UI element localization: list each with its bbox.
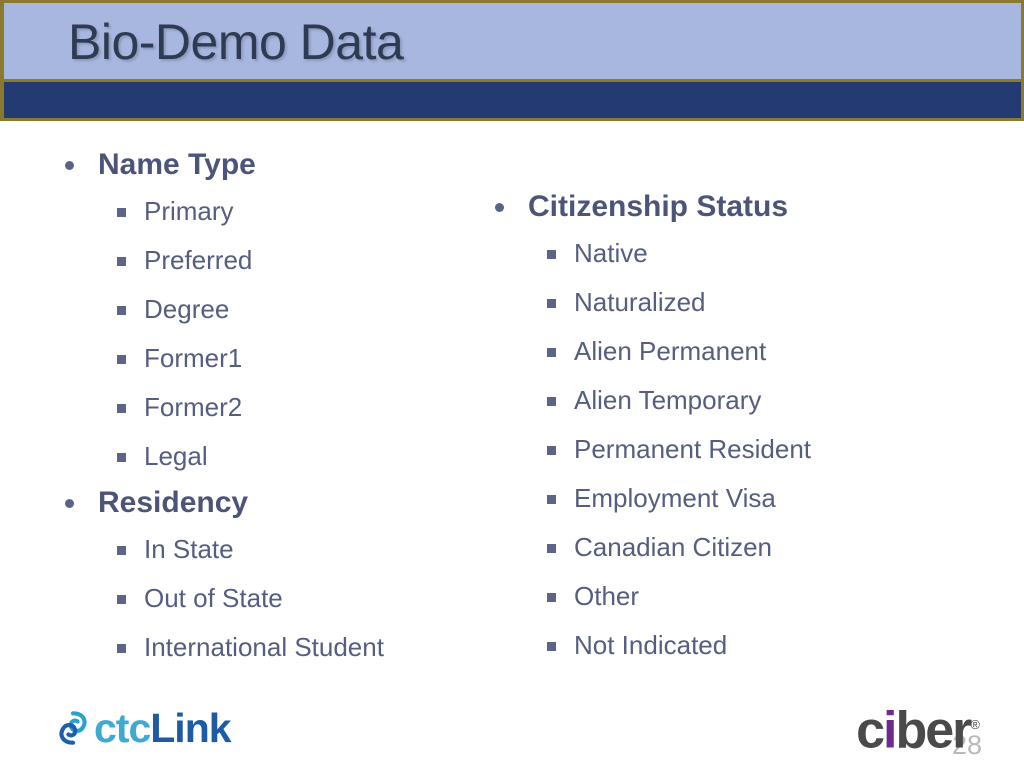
square-bullet-icon <box>547 544 556 553</box>
ciber-wordmark: ciber® <box>856 698 980 757</box>
registered-trademark-icon: ® <box>970 717 980 732</box>
list-item: Preferred <box>56 236 486 285</box>
list-item-label: International Student <box>144 632 384 662</box>
right-content-column: Citizenship Status Native Naturalized Al… <box>484 185 984 670</box>
round-bullet-icon <box>65 161 74 170</box>
square-bullet-icon <box>547 299 556 308</box>
list-item-label: Former2 <box>144 392 243 422</box>
list-item-label: Out of State <box>144 583 283 613</box>
list-item-label: Not Indicated <box>574 630 728 660</box>
ctclink-swirl-icon <box>52 707 94 749</box>
ctclink-word-link: Link <box>150 705 231 751</box>
ciber-logo: ciber® <box>856 698 980 757</box>
square-bullet-icon <box>117 306 126 315</box>
list-item: In State <box>56 525 486 574</box>
list-item: Not Indicated <box>484 621 984 670</box>
square-bullet-icon <box>117 546 126 555</box>
square-bullet-icon <box>117 644 126 653</box>
list-item-label: Legal <box>144 441 208 471</box>
square-bullet-icon <box>117 595 126 604</box>
left-content-column: Name Type Primary Preferred Degree Forme… <box>56 143 486 672</box>
list-item: Canadian Citizen <box>484 523 984 572</box>
ctclink-logo: ctcLink <box>50 702 232 754</box>
heading-citizenship-status: Citizenship Status <box>484 185 984 229</box>
group-citizenship-status: Citizenship Status Native Naturalized Al… <box>484 185 984 670</box>
ciber-letters-ber: ber <box>895 701 972 760</box>
group-name-type: Name Type Primary Preferred Degree Forme… <box>56 143 486 481</box>
heading-label: Citizenship Status <box>528 190 789 223</box>
square-bullet-icon <box>547 642 556 651</box>
square-bullet-icon <box>117 257 126 266</box>
list-item: Former2 <box>56 383 486 432</box>
list-item-label: Permanent Resident <box>574 434 812 464</box>
list-item-label: Primary <box>144 196 234 226</box>
ciber-letter-c: c <box>856 701 885 760</box>
square-bullet-icon <box>547 397 556 406</box>
list-item: Alien Permanent <box>484 327 984 376</box>
ctclink-word-ctc: ctc <box>94 705 151 751</box>
list-item: Out of State <box>56 574 486 623</box>
header-accent-bar <box>4 82 1021 118</box>
list-item-label: Degree <box>144 294 230 324</box>
list-item: Native <box>484 229 984 278</box>
page-title: Bio-Demo Data <box>68 14 404 70</box>
round-bullet-icon <box>495 203 504 212</box>
list-item: Legal <box>56 432 486 481</box>
list-item-label: Other <box>574 581 640 611</box>
list-item-label: Native <box>574 238 648 268</box>
slide-body: Name Type Primary Preferred Degree Forme… <box>0 121 1024 768</box>
heading-label: Residency <box>98 486 249 519</box>
ciber-letter-i: i <box>883 701 898 760</box>
list-item-label: Alien Permanent <box>574 336 767 366</box>
square-bullet-icon <box>547 593 556 602</box>
heading-residency: Residency <box>56 481 486 525</box>
list-item: Permanent Resident <box>484 425 984 474</box>
square-bullet-icon <box>117 208 126 217</box>
square-bullet-icon <box>547 495 556 504</box>
list-item-label: Former1 <box>144 343 243 373</box>
group-residency: Residency In State Out of State Internat… <box>56 481 486 672</box>
heading-label: Name Type <box>98 148 256 181</box>
list-item: International Student <box>56 623 486 672</box>
list-item-label: Canadian Citizen <box>574 532 773 562</box>
list-item: Former1 <box>56 334 486 383</box>
list-item-label: Preferred <box>144 245 253 275</box>
title-band: Bio-Demo Data <box>4 3 1021 82</box>
square-bullet-icon <box>547 348 556 357</box>
list-item: Alien Temporary <box>484 376 984 425</box>
list-item: Degree <box>56 285 486 334</box>
square-bullet-icon <box>547 250 556 259</box>
list-item: Primary <box>56 187 486 236</box>
list-item-label: Naturalized <box>574 287 706 317</box>
list-item: Employment Visa <box>484 474 984 523</box>
square-bullet-icon <box>117 453 126 462</box>
list-item: Naturalized <box>484 278 984 327</box>
slide-header: Bio-Demo Data <box>0 0 1024 121</box>
list-item-label: Alien Temporary <box>574 385 762 415</box>
ctclink-wordmark: ctcLink <box>94 705 232 751</box>
list-item: Other <box>484 572 984 621</box>
square-bullet-icon <box>117 404 126 413</box>
heading-name-type: Name Type <box>56 143 486 187</box>
round-bullet-icon <box>65 499 74 508</box>
list-item-label: Employment Visa <box>574 483 776 513</box>
square-bullet-icon <box>117 355 126 364</box>
square-bullet-icon <box>547 446 556 455</box>
list-item-label: In State <box>144 534 234 564</box>
